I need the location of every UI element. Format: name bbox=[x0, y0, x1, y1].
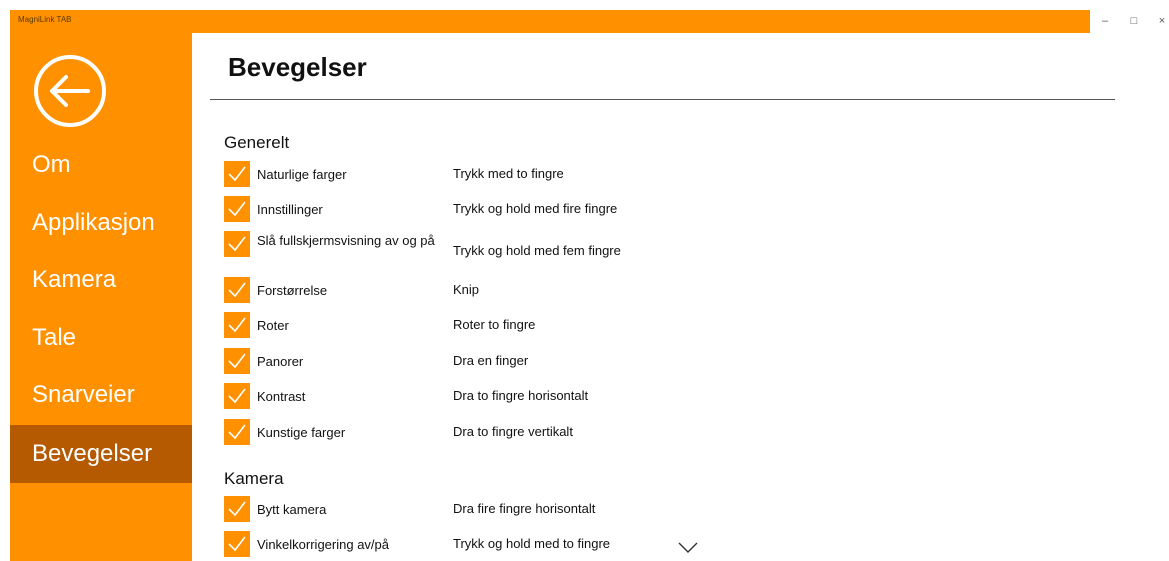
gesture-description: Trykk og hold med fem fingre bbox=[453, 243, 621, 258]
gesture-description: Dra to fingre vertikalt bbox=[453, 424, 573, 439]
gesture-label: Kontrast bbox=[257, 389, 306, 404]
checkmark-icon bbox=[228, 501, 246, 517]
checkmark-icon bbox=[228, 166, 246, 182]
gesture-description: Dra fire fingre horisontalt bbox=[453, 501, 596, 516]
title-bar: MagniLink TAB bbox=[10, 10, 1090, 33]
gesture-checkbox[interactable] bbox=[224, 419, 250, 445]
sidebar-item-kamera[interactable]: Kamera bbox=[10, 251, 192, 309]
section-header-kamera: Kamera bbox=[224, 469, 284, 488]
gesture-row: Kontrast Dra to fingre horisontalt bbox=[224, 383, 924, 413]
section-header-generelt: Generelt bbox=[224, 133, 290, 152]
sidebar-item-snarveier[interactable]: Snarveier bbox=[10, 366, 192, 424]
sidebar-item-tale[interactable]: Tale bbox=[10, 309, 192, 367]
back-button[interactable] bbox=[32, 53, 108, 129]
gesture-row: Roter Roter to fingre bbox=[224, 312, 924, 342]
gesture-row: Innstillinger Trykk og hold med fire fin… bbox=[224, 196, 924, 226]
gesture-label: Bytt kamera bbox=[257, 502, 327, 517]
gesture-row: Vinkelkorrigering av/på Trykk og hold me… bbox=[224, 531, 924, 561]
back-arrow-icon bbox=[34, 55, 106, 127]
gesture-row: Kunstige farger Dra to fingre vertikalt bbox=[224, 419, 924, 449]
gesture-description: Trykk med to fingre bbox=[453, 166, 564, 181]
scroll-down-button[interactable] bbox=[678, 541, 698, 553]
gesture-label: Naturlige farger bbox=[257, 167, 347, 182]
gesture-description: Trykk og hold med to fingre bbox=[453, 536, 611, 551]
sidebar-item-label: Snarveier bbox=[32, 381, 135, 408]
checkmark-icon bbox=[228, 317, 246, 333]
gesture-row: Panorer Dra en finger bbox=[224, 348, 924, 378]
sidebar-item-label: Kamera bbox=[32, 266, 117, 293]
sidebar-item-label: Bevegelser bbox=[32, 440, 153, 467]
gesture-description: Knip bbox=[453, 282, 480, 297]
page-title: Bevegelser bbox=[228, 52, 367, 82]
gesture-row: Slå fullskjermsvisning av og på Trykk og… bbox=[224, 231, 924, 271]
close-button[interactable]: × bbox=[1153, 14, 1169, 28]
gesture-label: Slå fullskjermsvisning av og på bbox=[257, 233, 435, 248]
checkmark-icon bbox=[228, 353, 246, 369]
maximize-button[interactable]: □ bbox=[1125, 14, 1143, 28]
sidebar-item-bevegelser[interactable]: Bevegelser bbox=[10, 425, 192, 483]
gesture-checkbox[interactable] bbox=[224, 161, 250, 187]
gesture-checkbox[interactable] bbox=[224, 312, 250, 338]
checkmark-icon bbox=[228, 201, 246, 217]
app-title: MagniLink TAB bbox=[18, 15, 72, 24]
sidebar-item-label: Applikasjon bbox=[32, 209, 155, 236]
gesture-description: Roter to fingre bbox=[453, 317, 536, 332]
gesture-label: Forstørrelse bbox=[257, 283, 328, 298]
gesture-label: Innstillinger bbox=[257, 202, 323, 217]
gesture-description: Dra to fingre horisontalt bbox=[453, 388, 589, 403]
sidebar-item-om[interactable]: Om bbox=[10, 136, 192, 194]
minimize-button[interactable]: – bbox=[1096, 14, 1114, 28]
checkmark-icon bbox=[228, 424, 246, 440]
sidebar-item-label: Om bbox=[32, 151, 71, 178]
gesture-row: Naturlige farger Trykk med to fingre bbox=[224, 161, 924, 191]
gesture-label: Roter bbox=[257, 318, 289, 333]
gesture-checkbox[interactable] bbox=[224, 531, 250, 557]
gesture-row: Forstørrelse Knip bbox=[224, 277, 924, 307]
chevron-down-icon bbox=[678, 542, 698, 553]
sidebar: Om Applikasjon Kamera Tale Snarveier Bev… bbox=[10, 33, 192, 561]
gesture-checkbox[interactable] bbox=[224, 348, 250, 374]
gesture-label: Vinkelkorrigering av/på bbox=[257, 537, 389, 552]
gesture-checkbox[interactable] bbox=[224, 383, 250, 409]
gesture-checkbox[interactable] bbox=[224, 496, 250, 522]
checkmark-icon bbox=[228, 282, 246, 298]
gesture-description: Dra en finger bbox=[453, 353, 529, 368]
checkmark-icon bbox=[228, 536, 246, 552]
gesture-description: Trykk og hold med fire fingre bbox=[453, 201, 618, 216]
gesture-row: Bytt kamera Dra fire fingre horisontalt bbox=[224, 496, 924, 526]
checkmark-icon bbox=[228, 388, 246, 404]
title-divider bbox=[210, 99, 1115, 100]
window-controls: – □ × bbox=[1090, 10, 1169, 33]
gesture-label: Kunstige farger bbox=[257, 425, 346, 440]
sidebar-item-label: Tale bbox=[32, 324, 77, 351]
gesture-checkbox[interactable] bbox=[224, 196, 250, 222]
checkmark-icon bbox=[228, 236, 246, 252]
gesture-label: Panorer bbox=[257, 354, 304, 369]
sidebar-item-applikasjon[interactable]: Applikasjon bbox=[10, 194, 192, 252]
gesture-checkbox[interactable] bbox=[224, 277, 250, 303]
gesture-checkbox[interactable] bbox=[224, 231, 250, 257]
